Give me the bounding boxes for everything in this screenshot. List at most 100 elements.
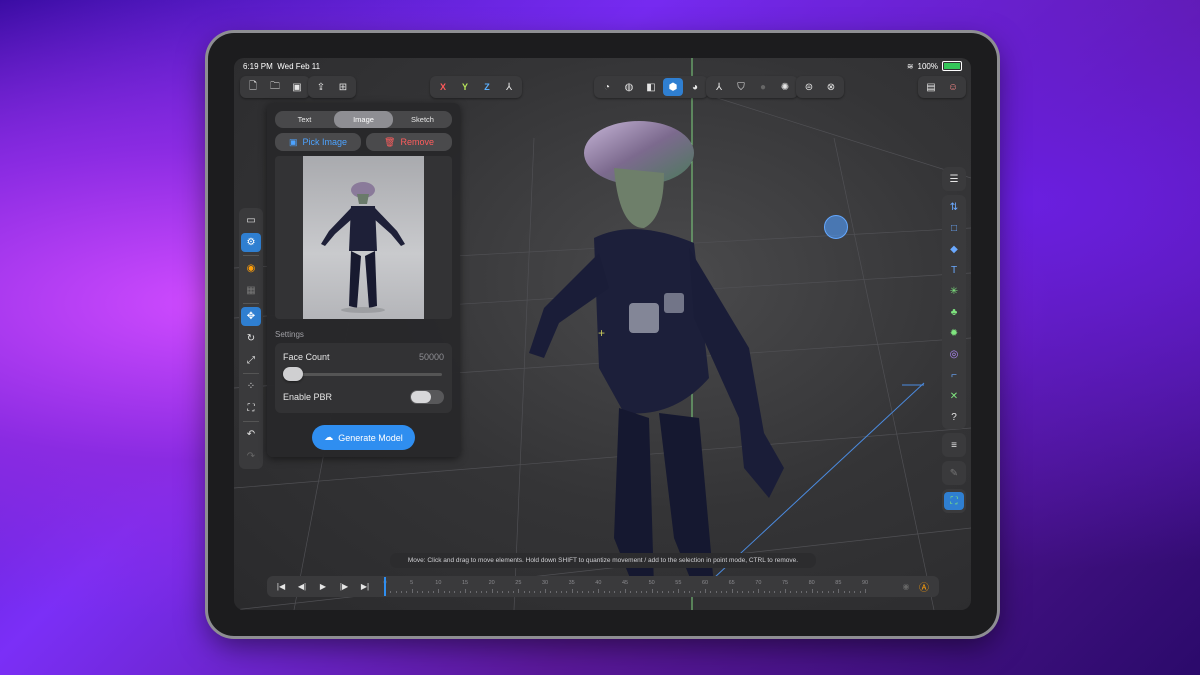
enable-pbr-toggle[interactable]	[410, 390, 444, 404]
pick-image-button[interactable]: ▣ Pick Image	[275, 133, 361, 151]
generate-label: Generate Model	[338, 432, 403, 443]
timeline-tick	[694, 591, 696, 593]
bucket-icon[interactable]: ⛉	[731, 78, 751, 96]
skip-end-icon[interactable]: ▶|	[357, 579, 373, 594]
playhead[interactable]	[384, 577, 386, 596]
fullscreen-icon[interactable]: ⛶	[944, 492, 964, 510]
timeline-tick	[433, 591, 434, 593]
image-preview	[275, 156, 452, 319]
scale-icon[interactable]: ⤢	[241, 351, 261, 370]
settings-gear-icon[interactable]: ⚙	[241, 233, 261, 252]
tab-text[interactable]: Text	[275, 111, 334, 128]
record-icon[interactable]: Ⓐ	[917, 579, 931, 594]
hierarchy-icon[interactable]: ⇅	[944, 198, 964, 216]
play-icon[interactable]: ▶	[315, 579, 331, 594]
battery-icon	[942, 61, 962, 71]
redo-icon[interactable]: ↷	[241, 447, 261, 466]
archive-icon[interactable]: ▭	[241, 211, 261, 230]
timeline-tick	[593, 591, 594, 593]
timeline-tick	[651, 589, 653, 593]
spline-icon[interactable]: ⌐	[944, 366, 964, 384]
timeline-tick	[785, 589, 786, 593]
timeline-tick	[443, 591, 445, 593]
keyframe-icon[interactable]: ◉	[901, 581, 911, 591]
perspective-icon[interactable]: ◔	[597, 78, 617, 96]
timeline-tick-label: 20	[488, 580, 495, 586]
skeleton-icon[interactable]: ⅄	[709, 78, 729, 96]
timeline-tick	[801, 591, 802, 593]
timeline-tick	[571, 589, 573, 593]
rotate-icon[interactable]: ↻	[241, 329, 261, 348]
axis-y-toggle[interactable]: Y	[455, 78, 475, 96]
help-icon[interactable]: ?	[944, 408, 964, 426]
inspector-icon[interactable]: ☰	[944, 170, 964, 188]
timeline-tick	[699, 591, 701, 593]
tool-hint: Move: Click and drag to move elements. H…	[390, 553, 816, 568]
axis-z-toggle[interactable]: Z	[477, 78, 497, 96]
timeline-tick	[587, 591, 589, 593]
export-icon[interactable]: ⊞	[333, 78, 353, 96]
effector-icon[interactable]: ✹	[944, 324, 964, 342]
remove-button[interactable]: 🗑 Remove	[366, 133, 452, 151]
material-icon[interactable]: ◕	[685, 78, 705, 96]
move-icon[interactable]: ✥	[241, 307, 261, 326]
share-icon[interactable]: ⇪	[311, 78, 331, 96]
ai-model-icon[interactable]: ⬢	[663, 78, 683, 96]
timeline-tick-label: 25	[515, 580, 522, 586]
axis-toolbar: X Y Z ⅄	[430, 76, 522, 98]
timeline-tick	[566, 591, 568, 593]
cube-add-icon[interactable]: ◆	[944, 240, 964, 258]
timeline-tick-label: 70	[755, 580, 762, 586]
skip-start-icon[interactable]: |◀	[273, 579, 289, 594]
grid-icon[interactable]: ▦	[241, 281, 261, 300]
timeline-tick-label: 90	[861, 580, 869, 586]
square-icon[interactable]: □	[944, 219, 964, 237]
face-count-slider[interactable]	[285, 373, 442, 376]
transform-points-icon[interactable]: ⛶	[241, 399, 261, 418]
joints-icon[interactable]: ✕	[944, 387, 964, 405]
new-file-icon[interactable]: 🗋	[243, 78, 263, 96]
undo-icon[interactable]: ↶	[241, 425, 261, 444]
lasso-icon[interactable]: ✺	[775, 78, 795, 96]
right-toolbar-column: ☰ ⇅ □ ◆ T ✳ ♣ ✹ ◎ ⌐ ✕ ? ≡ ✎ ⛶	[942, 167, 966, 513]
transform-gizmo[interactable]	[824, 215, 848, 239]
timeline-tick	[422, 591, 424, 593]
timeline-tick	[859, 591, 861, 593]
step-back-icon[interactable]: ◀|	[294, 579, 310, 594]
timeline-tick	[806, 591, 808, 593]
pen-icon[interactable]: ✎	[944, 464, 964, 482]
mode-tabs: Text Image Sketch	[275, 111, 452, 128]
play-circle-icon[interactable]: ◉	[241, 259, 261, 278]
step-forward-icon[interactable]: |▶	[336, 579, 352, 594]
sliders-icon[interactable]: ≡	[944, 436, 964, 454]
deformer-icon[interactable]: ◎	[944, 345, 964, 363]
dot-icon[interactable]: ●	[753, 78, 773, 96]
orbit-icon[interactable]: ⊜	[799, 78, 819, 96]
tab-image[interactable]: Image	[334, 111, 393, 128]
timeline-ruler[interactable]: 051015202530354045505560657075808590	[383, 579, 885, 594]
alien-model[interactable]	[524, 118, 824, 610]
clapper-icon[interactable]: ▤	[921, 78, 941, 96]
open-folder-icon[interactable]: 🗀	[265, 78, 285, 96]
world-axes-icon[interactable]: ⅄	[499, 78, 519, 96]
select-points-icon[interactable]: ⁘	[241, 377, 261, 396]
generate-model-button[interactable]: ☁ Generate Model	[312, 425, 415, 450]
text-icon[interactable]: T	[944, 261, 964, 279]
tab-sketch[interactable]: Sketch	[393, 111, 452, 128]
file-toolbar: 🗋 🗀 ▣	[240, 76, 310, 98]
face-count-slider-thumb[interactable]	[283, 367, 303, 381]
pick-image-label: Pick Image	[302, 137, 348, 147]
axis-x-toggle[interactable]: X	[433, 78, 453, 96]
timeline-tick	[667, 591, 669, 593]
cloner-icon[interactable]: ♣	[944, 303, 964, 321]
generator-icon[interactable]: ✳	[944, 282, 964, 300]
timeline-tick	[678, 589, 680, 593]
avatar-icon[interactable]: ☺	[943, 78, 963, 96]
cube-icon[interactable]: ◧	[641, 78, 661, 96]
save-icon[interactable]: ▣	[287, 78, 307, 96]
timeline-tick	[827, 591, 829, 593]
timeline-tick	[582, 591, 584, 593]
status-date: Wed Feb 11	[277, 61, 321, 71]
sphere-icon[interactable]: ◍	[619, 78, 639, 96]
close-circle-icon[interactable]: ⊗	[821, 78, 841, 96]
